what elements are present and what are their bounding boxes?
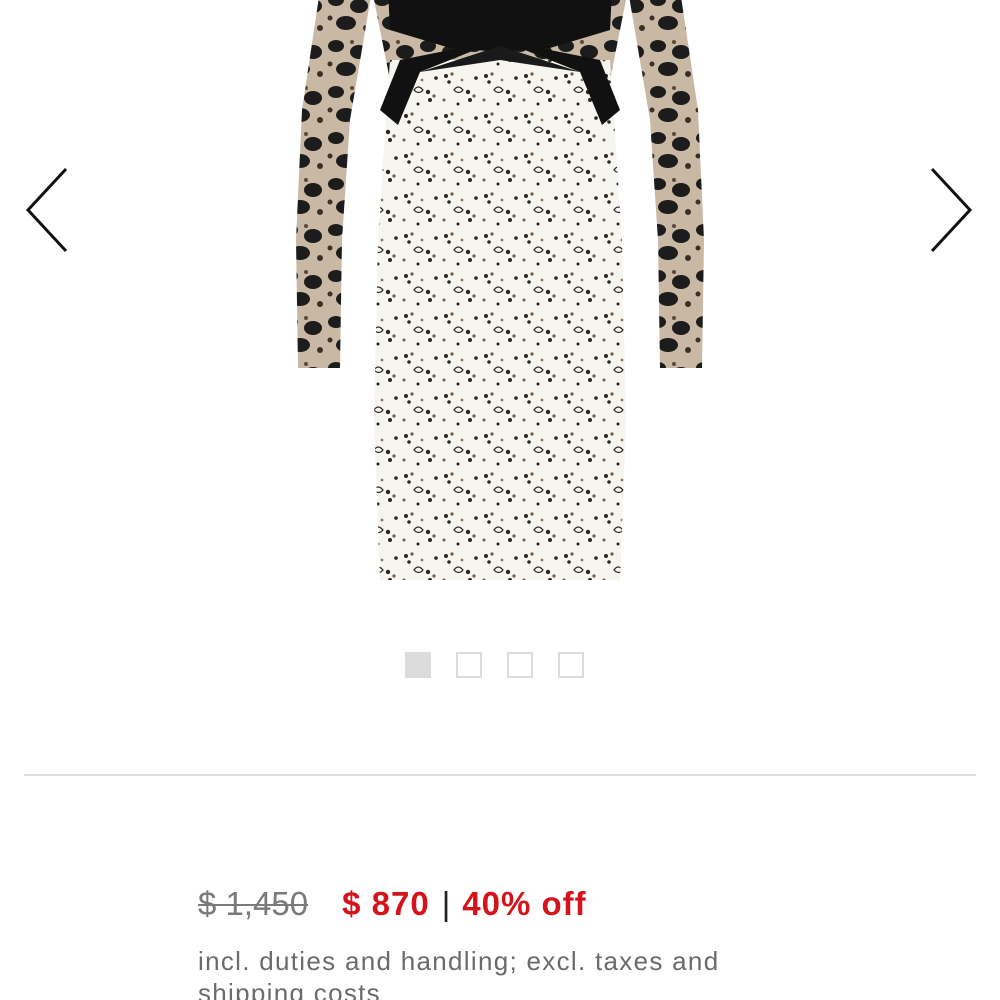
gallery-dot-3[interactable] (507, 652, 533, 678)
discount-label: 40% off (462, 885, 587, 922)
product-page: $ 1,450 $ 870 | 40% off incl. duties and… (0, 0, 1000, 1000)
previous-image-button[interactable] (22, 165, 72, 255)
original-price: $ 1,450 (198, 885, 309, 922)
price-row: $ 1,450 $ 870 | 40% off (198, 884, 587, 924)
next-image-button[interactable] (926, 165, 976, 255)
price-note: incl. duties and handling; excl. taxes a… (198, 946, 720, 1000)
divider (24, 774, 976, 776)
price-separator: | (441, 885, 451, 922)
product-image[interactable] (280, 0, 720, 590)
chevron-right-icon (930, 167, 973, 253)
gallery-dot-1[interactable] (405, 652, 431, 678)
sale-price: $ 870 (342, 885, 430, 922)
chevron-left-icon (25, 167, 68, 253)
gallery-dot-2[interactable] (456, 652, 482, 678)
gallery-dot-4[interactable] (558, 652, 584, 678)
gallery-pagination (405, 652, 584, 678)
product-gallery (0, 0, 1000, 760)
